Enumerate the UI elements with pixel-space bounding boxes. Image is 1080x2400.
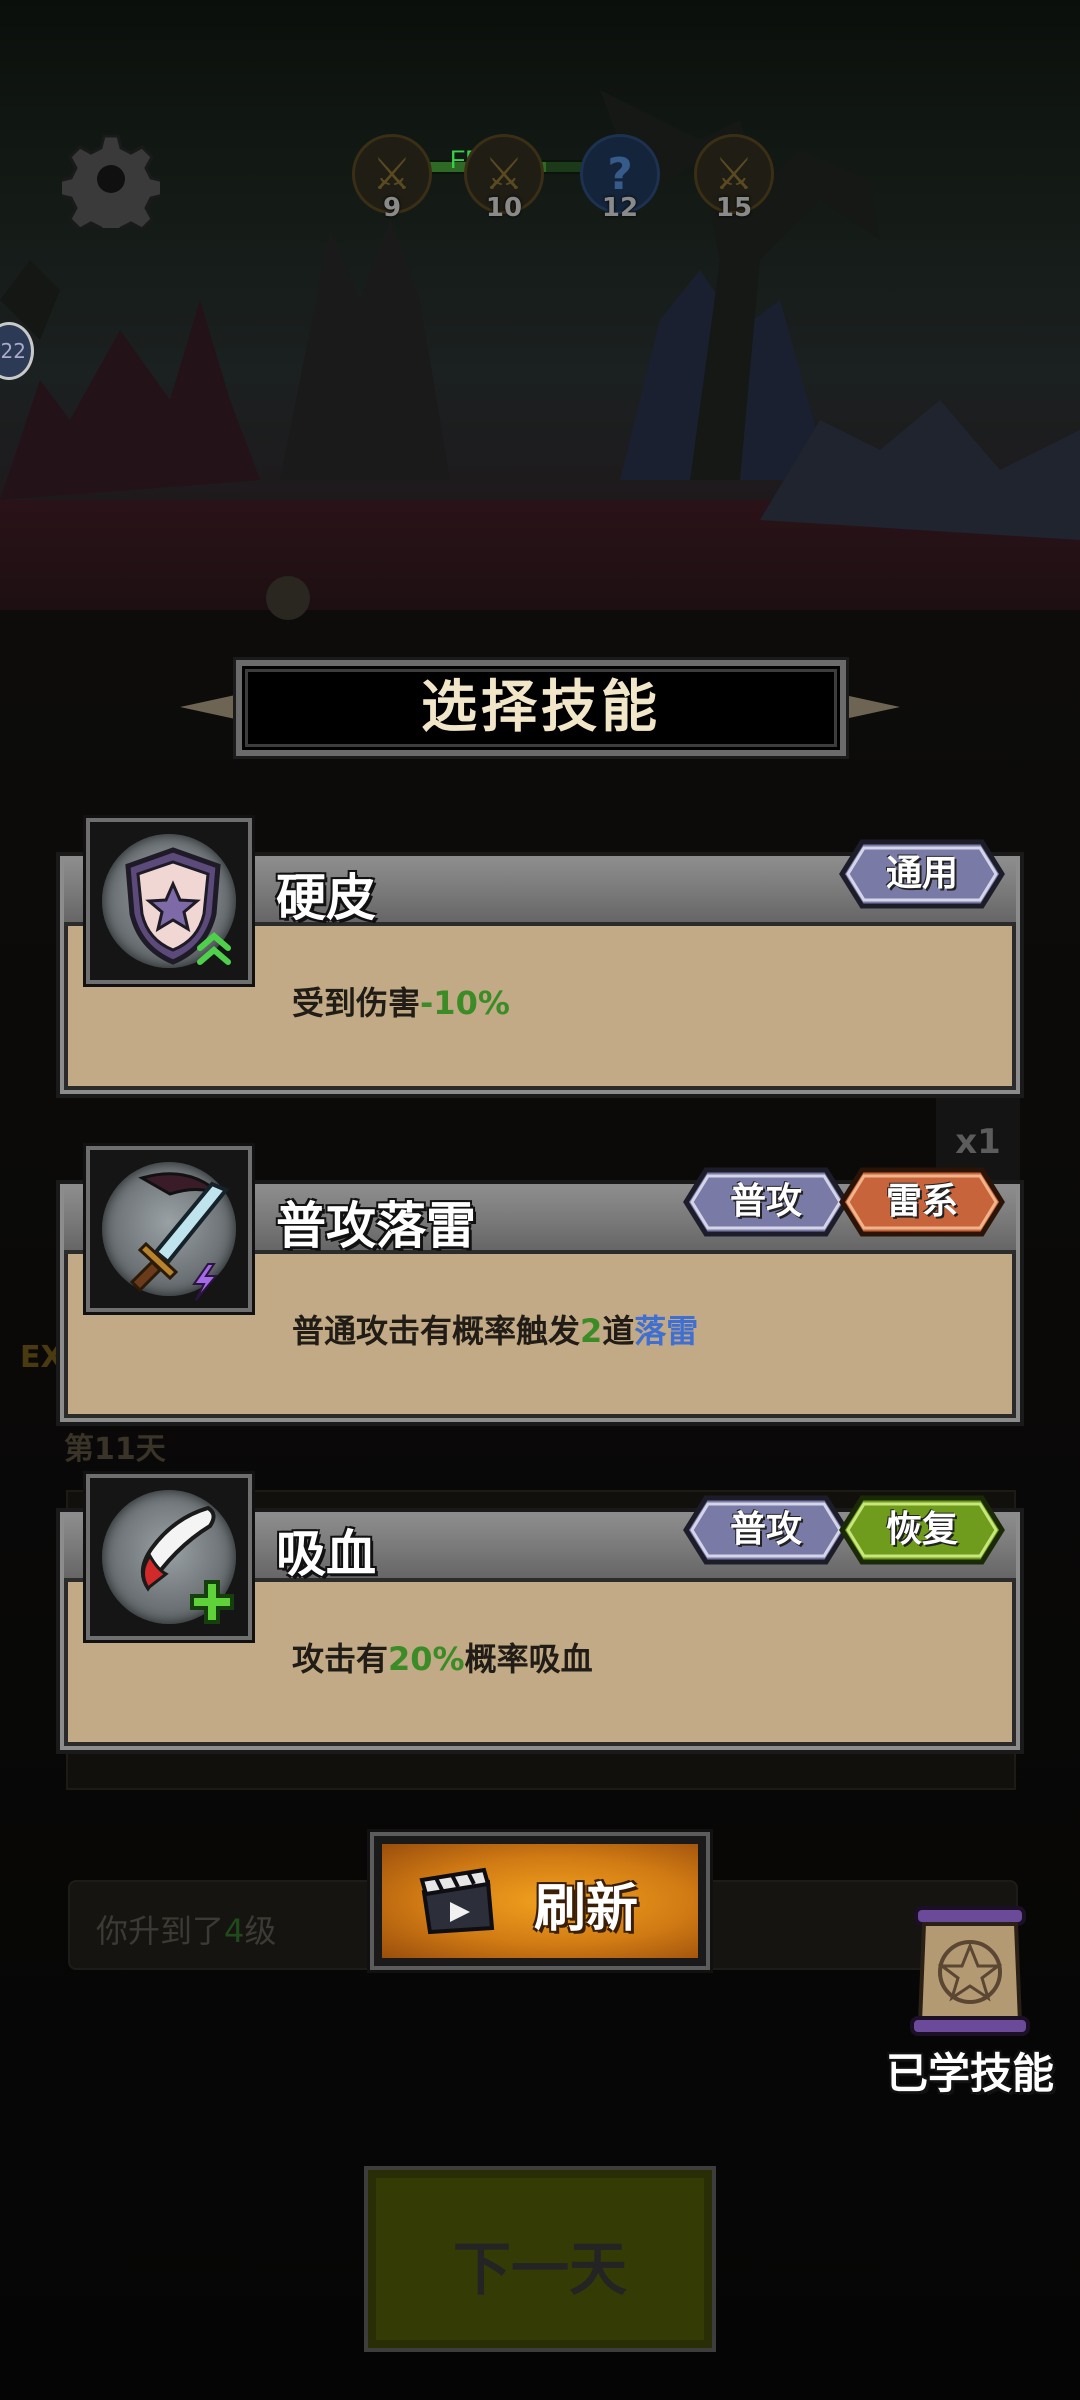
skill-name: 硬皮 (276, 869, 376, 927)
skill-icon-frame (86, 1474, 252, 1640)
skill-tag-basic-attack: 普攻 (682, 1166, 850, 1238)
stage-number: 9 (382, 193, 402, 223)
stage-node-10[interactable]: ⚔ 10 (464, 134, 544, 223)
skill-icon-frame (86, 1146, 252, 1312)
learned-skills-button[interactable]: 已学技能 (870, 1900, 1070, 2100)
skill-card-lifesteal[interactable]: 吸血 普攻 恢复 攻击有20%概率吸血 (56, 1474, 1024, 1754)
skill-name: 普攻落雷 (276, 1197, 476, 1255)
skill-name: 吸血 (276, 1525, 376, 1583)
refresh-button[interactable]: 刷新 (370, 1832, 710, 1970)
skill-tag-recovery: 恢复 (838, 1494, 1006, 1566)
next-day-button[interactable]: 下一天 (364, 2166, 716, 2352)
stage-number: 10 (485, 193, 523, 223)
shield-star-icon (125, 847, 231, 965)
refresh-label: 刷新 (534, 1879, 639, 1939)
skill-description: 攻击有20%概率吸血 (292, 1640, 593, 1678)
stage-node-12[interactable]: ? 12 (580, 134, 660, 223)
skill-card-hard-skin[interactable]: 硬皮 通用 受到伤害-10% (56, 818, 1024, 1098)
skill-description: 受到伤害-10% (292, 984, 510, 1022)
background-silhouettes (0, 90, 1080, 620)
day-label: 第11天 (64, 1432, 166, 1467)
settings-gear-icon[interactable] (57, 130, 165, 242)
learned-skills-label: 已学技能 (885, 2049, 1054, 2098)
level-up-text: 你升到了4级 (96, 1912, 277, 1950)
stage-node-15[interactable]: ⚔ 15 (694, 134, 774, 223)
video-clapper-icon (419, 1867, 495, 1935)
dialog-title: 选择技能 (421, 675, 661, 740)
skill-tag-basic-attack: 普攻 (682, 1494, 850, 1566)
next-day-label: 下一天 (452, 2235, 627, 2303)
stage-number: 12 (601, 193, 639, 223)
skill-tag-general: 通用 (838, 838, 1006, 910)
lightning-sword-icon (129, 1172, 230, 1301)
dialog-title-plate: 选择技能 (233, 657, 849, 759)
skill-card-lightning-attack[interactable]: 普攻落雷 普攻 雷系 普通攻击有概率触发2道落雷 (56, 1146, 1024, 1426)
skill-icon-frame (86, 818, 252, 984)
blood-fang-icon (140, 1505, 234, 1624)
stage-node-9[interactable]: ⚔ 9 (352, 134, 432, 223)
scroll-icon (910, 1906, 1030, 2036)
skill-tag-thunder: 雷系 (838, 1166, 1006, 1238)
stage-number: 15 (715, 193, 753, 223)
skill-description: 普通攻击有概率触发2道落雷 (292, 1312, 699, 1350)
